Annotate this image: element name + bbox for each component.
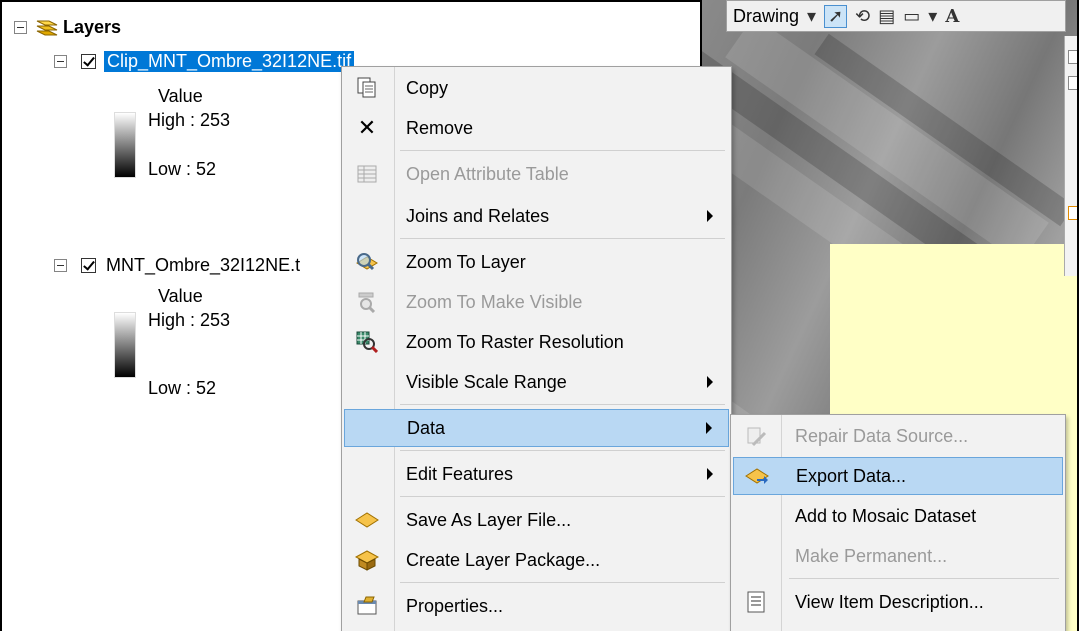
select-elements-icon[interactable]: ➚ [824, 4, 848, 28]
legend-title: Value [158, 86, 203, 106]
submenu-arrow-icon [707, 468, 713, 480]
layer-context-menu: Copy ✕ Remove Open Attribute Table Joins… [341, 66, 732, 631]
submenu-arrow-icon [706, 422, 712, 434]
layer-visibility-checkbox[interactable] [81, 53, 96, 69]
menu-item-properties[interactable]: Properties... [344, 587, 729, 625]
menu-separator [789, 578, 1059, 579]
panel-button[interactable] [1068, 76, 1077, 90]
menu-item-export-data[interactable]: Export Data... [733, 457, 1063, 495]
export-icon [744, 463, 770, 489]
hillshade-ridge [725, 16, 1049, 264]
legend-high: High : 253 [148, 110, 231, 130]
color-ramp [114, 312, 136, 378]
rotate-icon[interactable]: ⟲ [855, 6, 870, 27]
submenu-arrow-icon [707, 210, 713, 222]
legend-low: Low : 52 [148, 378, 217, 398]
table-icon [354, 161, 380, 187]
dropdown-arrow-icon[interactable]: ▾ [807, 6, 816, 27]
menu-item-make-permanent[interactable]: Make Permanent... [733, 537, 1063, 575]
menu-item-zoom-to-raster-resolution[interactable]: Zoom To Raster Resolution [344, 323, 729, 361]
drawing-menu[interactable]: Drawing [733, 6, 799, 27]
menu-separator [400, 450, 725, 451]
menu-item-joins-and-relates[interactable]: Joins and Relates [344, 197, 729, 235]
collapse-icon[interactable] [54, 54, 67, 68]
color-ramp [114, 112, 136, 178]
menu-item-copy[interactable]: Copy [344, 69, 729, 107]
side-panel [1064, 36, 1077, 276]
layers-icon [33, 17, 61, 37]
drawing-toolbar: Drawing ▾ ➚ ⟲ ▤ ▭ ▾ A [726, 0, 1066, 32]
menu-item-edit-features[interactable]: Edit Features [344, 455, 729, 493]
collapse-icon[interactable] [54, 258, 67, 272]
menu-item-zoom-to-layer[interactable]: Zoom To Layer [344, 243, 729, 281]
menu-separator [400, 496, 725, 497]
menu-separator [400, 582, 725, 583]
menu-item-add-to-mosaic-dataset[interactable]: Add to Mosaic Dataset [733, 497, 1063, 535]
zoom-raster-icon [354, 329, 380, 355]
menu-item-repair-data-source[interactable]: Repair Data Source... [733, 417, 1063, 455]
remove-icon: ✕ [357, 115, 377, 140]
layer-row-clip[interactable]: Clip_MNT_Ombre_32I12NE.tif [54, 48, 355, 74]
rectangle-icon[interactable]: ▭ [903, 6, 920, 27]
menu-item-data[interactable]: Data [344, 409, 729, 447]
menu-item-zoom-to-make-visible[interactable]: Zoom To Make Visible [344, 283, 729, 321]
menu-item-visible-scale-range[interactable]: Visible Scale Range [344, 363, 729, 401]
layers-root-row[interactable]: Layers [14, 14, 121, 40]
menu-item-view-item-description[interactable]: View Item Description... [733, 583, 1063, 621]
zoom-visible-icon [354, 289, 380, 315]
legend-title: Value [158, 286, 203, 306]
zoom-layer-icon [354, 249, 380, 275]
layer-name[interactable]: Clip_MNT_Ombre_32I12NE.tif [104, 50, 355, 72]
menu-separator [400, 150, 725, 151]
menu-separator [400, 238, 725, 239]
layer-visibility-checkbox[interactable] [81, 257, 96, 273]
new-text-icon[interactable]: A [945, 6, 959, 27]
dropdown-arrow-icon[interactable]: ▾ [928, 6, 937, 27]
description-icon [743, 589, 769, 615]
collapse-icon[interactable] [14, 20, 27, 34]
copy-icon [354, 75, 380, 101]
layer-row-mnt[interactable]: MNT_Ombre_32I12NE.t [54, 252, 300, 278]
panel-button[interactable] [1068, 206, 1077, 220]
repair-icon [743, 423, 769, 449]
layer-file-icon [354, 507, 380, 533]
menu-item-remove[interactable]: ✕ Remove [344, 109, 729, 147]
layers-root-label: Layers [63, 16, 122, 37]
menu-item-create-layer-package[interactable]: Create Layer Package... [344, 541, 729, 579]
panel-button[interactable] [1068, 50, 1077, 64]
legend-high: High : 253 [148, 310, 231, 330]
legend-low: Low : 52 [148, 159, 217, 179]
data-submenu: Repair Data Source... Export Data... Add… [730, 414, 1066, 631]
zoom-page-icon[interactable]: ▤ [878, 6, 895, 27]
layer-name[interactable]: MNT_Ombre_32I12NE.t [106, 255, 300, 276]
menu-separator [400, 404, 725, 405]
layer-package-icon [354, 547, 380, 573]
submenu-arrow-icon [707, 376, 713, 388]
properties-icon [354, 593, 380, 619]
menu-item-save-as-layer-file[interactable]: Save As Layer File... [344, 501, 729, 539]
menu-item-open-attribute-table[interactable]: Open Attribute Table [344, 155, 729, 193]
